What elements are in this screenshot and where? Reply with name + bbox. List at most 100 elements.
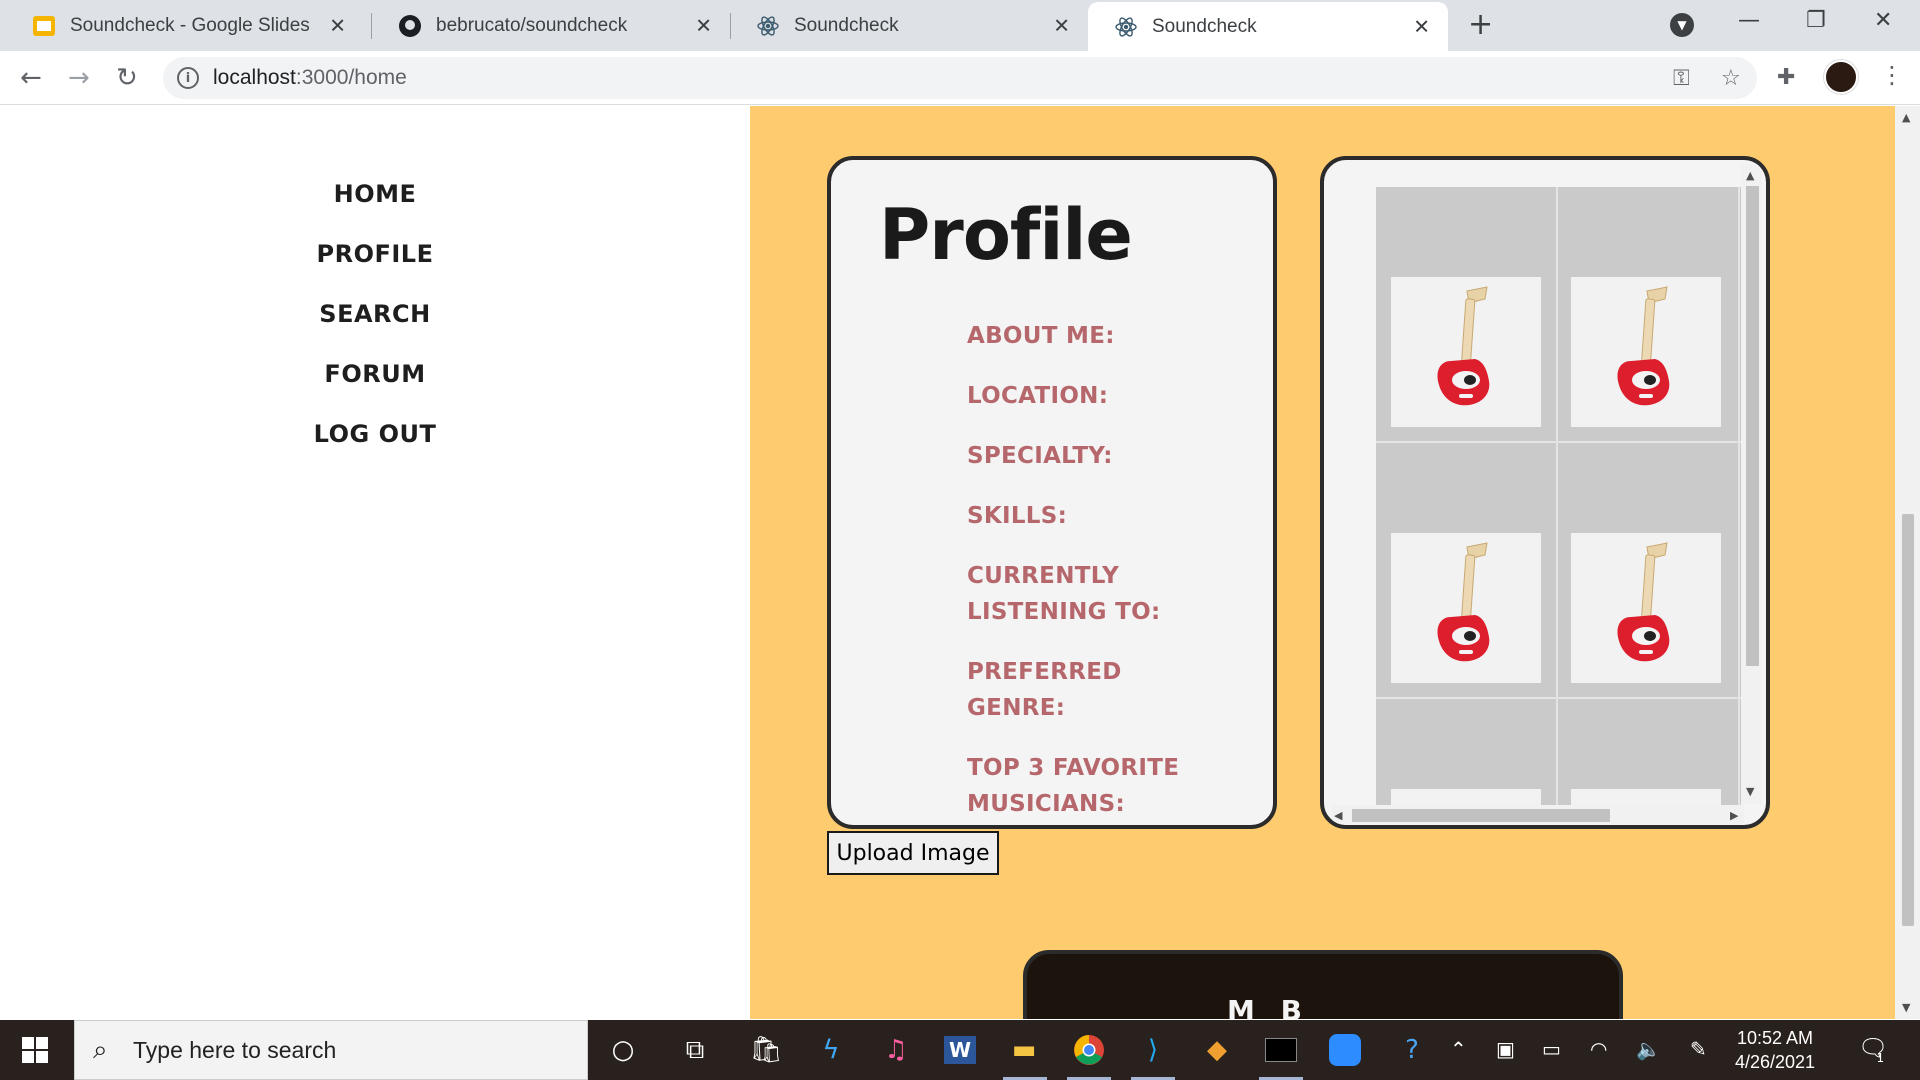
nav-log-out[interactable]: LOG OUT [0,420,750,448]
scroll-left-icon[interactable]: ◀ [1334,810,1342,821]
address-bar[interactable]: i localhost:3000/home ⚿ ☆ [163,57,1757,99]
guitar-image[interactable] [1571,533,1721,683]
search-icon: ⌕ [93,1035,108,1065]
page-scroll-thumb[interactable] [1902,514,1914,926]
tab-title: bebrucato/soundcheck [436,14,628,36]
scroll-down-icon[interactable]: ▼ [1902,1002,1910,1013]
zoom-icon[interactable] [1327,1032,1363,1068]
nav-profile[interactable]: PROFILE [0,240,750,268]
browser-toolbar: ← → ↻ i localhost:3000/home ⚿ ☆ ✚ ⋮ [0,51,1920,105]
guitar-image[interactable] [1571,277,1721,427]
guitar-image[interactable] [1391,533,1541,683]
sidebar-nav: HOME PROFILE SEARCH FORUM LOG OUT [0,106,750,1019]
upload-image-button[interactable]: Upload Image [827,831,999,875]
file-explorer-icon[interactable]: ▬ [1006,1032,1042,1068]
close-icon[interactable]: ✕ [1413,14,1430,39]
tab-soundcheck-active[interactable]: Soundcheck ✕ [1088,2,1448,51]
react-icon [1114,15,1138,39]
pen-icon[interactable]: ✎ [1690,1037,1707,1061]
github-icon [398,14,422,38]
word-icon[interactable]: W [942,1032,978,1068]
volume-icon[interactable]: 🔈 [1636,1037,1661,1061]
gallery-vertical-scroll-thumb[interactable] [1746,186,1759,666]
site-info-icon[interactable]: i [177,67,199,89]
itunes-icon[interactable]: ♫ [878,1032,914,1068]
meet-now-icon[interactable]: ▣ [1496,1037,1515,1061]
gallery-vertical-scrollbar[interactable]: ▲ ▼ [1741,164,1762,804]
nav-search[interactable]: SEARCH [0,300,750,328]
field-about-me: ABOUT ME: [967,323,1115,349]
taskbar-search-input[interactable]: ⌕ Type here to search [74,1020,588,1080]
page-viewport: HOME PROFILE SEARCH FORUM LOG OUT Profil… [0,106,1920,1019]
nav-home[interactable]: HOME [0,180,750,208]
tab-google-slides[interactable]: Soundcheck - Google Slides ✕ [6,0,364,51]
help-icon[interactable]: ? [1394,1032,1430,1068]
field-top-musicians: TOP 3 FAVORITE MUSICIANS: [967,755,1180,817]
git-icon[interactable]: ◆ [1199,1032,1235,1068]
tab-title: Soundcheck [1152,15,1257,37]
tab-github[interactable]: bebrucato/soundcheck ✕ [372,0,730,51]
close-icon[interactable]: ✕ [695,13,712,38]
minimize-icon[interactable]: — [1738,8,1760,33]
close-icon[interactable]: ✕ [1053,13,1070,38]
clock-time: 10:52 AM [1736,1028,1814,1048]
tab-title: Soundcheck [794,14,899,36]
field-preferred-genre: PREFERRED GENRE: [967,659,1122,721]
image-gallery: ▲ ▼ ◀ ▶ [1320,156,1770,829]
close-icon[interactable]: ✕ [329,13,346,38]
taskbar-clock[interactable]: 10:52 AM 4/26/2021 [1725,1026,1825,1074]
chevron-up-icon[interactable]: ⌃ [1450,1037,1467,1061]
visual-studio-icon[interactable]: ϟ [813,1032,849,1068]
reload-icon[interactable]: ↻ [116,61,138,95]
cortana-icon[interactable]: ○ [605,1032,641,1068]
wifi-icon[interactable]: ◠ [1590,1037,1607,1061]
main-content: Profile ABOUT ME: LOCATION: SPECIALTY: S… [750,106,1895,1019]
bottom-card: M B [1023,950,1623,1019]
task-view-icon[interactable]: ⧉ [677,1032,713,1068]
store-icon[interactable]: 🛍 [748,1032,784,1068]
back-icon[interactable]: ← [20,61,42,95]
terminal-icon[interactable] [1263,1032,1299,1068]
star-icon[interactable]: ☆ [1721,66,1741,91]
gallery-horizontal-scrollbar[interactable]: ◀ ▶ [1332,805,1744,825]
page-title: Profile [879,194,1133,276]
field-location: LOCATION: [967,383,1109,409]
field-specialty: SPECIALTY: [967,443,1113,469]
page-scrollbar[interactable]: ▲ ▼ [1895,106,1920,1019]
field-skills: SKILLS: [967,503,1068,529]
new-tab-button[interactable]: + [1468,10,1493,40]
url-host: localhost [213,66,296,89]
tab-search-icon[interactable]: ▼ [1670,13,1694,37]
extensions-icon[interactable]: ✚ [1777,65,1795,90]
taskbar: ⌕ Type here to search ○ ⧉ 🛍 ϟ ♫ W ▬ ⟩ ◆ … [0,1020,1920,1080]
taskbar-search-placeholder: Type here to search [133,1037,337,1063]
battery-icon[interactable]: ▭ [1542,1037,1561,1061]
tab-soundcheck[interactable]: Soundcheck ✕ [730,0,1088,51]
gallery-horizontal-scroll-thumb[interactable] [1352,809,1610,822]
forward-icon[interactable]: → [68,61,90,95]
nav-forum[interactable]: FORUM [0,360,750,388]
scroll-up-icon[interactable]: ▲ [1746,170,1754,181]
key-icon[interactable]: ⚿ [1673,66,1690,91]
scroll-down-icon[interactable]: ▼ [1746,786,1754,797]
notification-count: 1 [1876,1051,1885,1065]
bottom-card-label: M B [1227,994,1310,1019]
guitar-image[interactable] [1391,277,1541,427]
menu-icon[interactable]: ⋮ [1880,61,1904,89]
google-slides-icon [32,14,56,38]
scroll-up-icon[interactable]: ▲ [1902,112,1910,123]
scroll-right-icon[interactable]: ▶ [1730,810,1738,821]
window-close-icon[interactable]: ✕ [1874,8,1892,33]
field-currently-listening: CURRENTLY LISTENING TO: [967,563,1161,625]
vscode-icon[interactable]: ⟩ [1135,1032,1171,1068]
notification-icon[interactable]: 🗨1 [1858,1034,1896,1065]
browser-tab-strip: Soundcheck - Google Slides ✕ bebrucato/s… [0,0,1920,51]
windows-start-icon[interactable] [22,1037,48,1063]
chrome-icon[interactable] [1071,1032,1107,1068]
url-text[interactable]: localhost:3000/home [213,66,407,90]
restore-icon[interactable]: ❐ [1806,8,1826,33]
url-path: :3000/home [295,66,407,89]
avatar[interactable] [1824,60,1858,94]
profile-card: Profile ABOUT ME: LOCATION: SPECIALTY: S… [827,156,1277,829]
gallery-grid[interactable] [1376,187,1741,807]
